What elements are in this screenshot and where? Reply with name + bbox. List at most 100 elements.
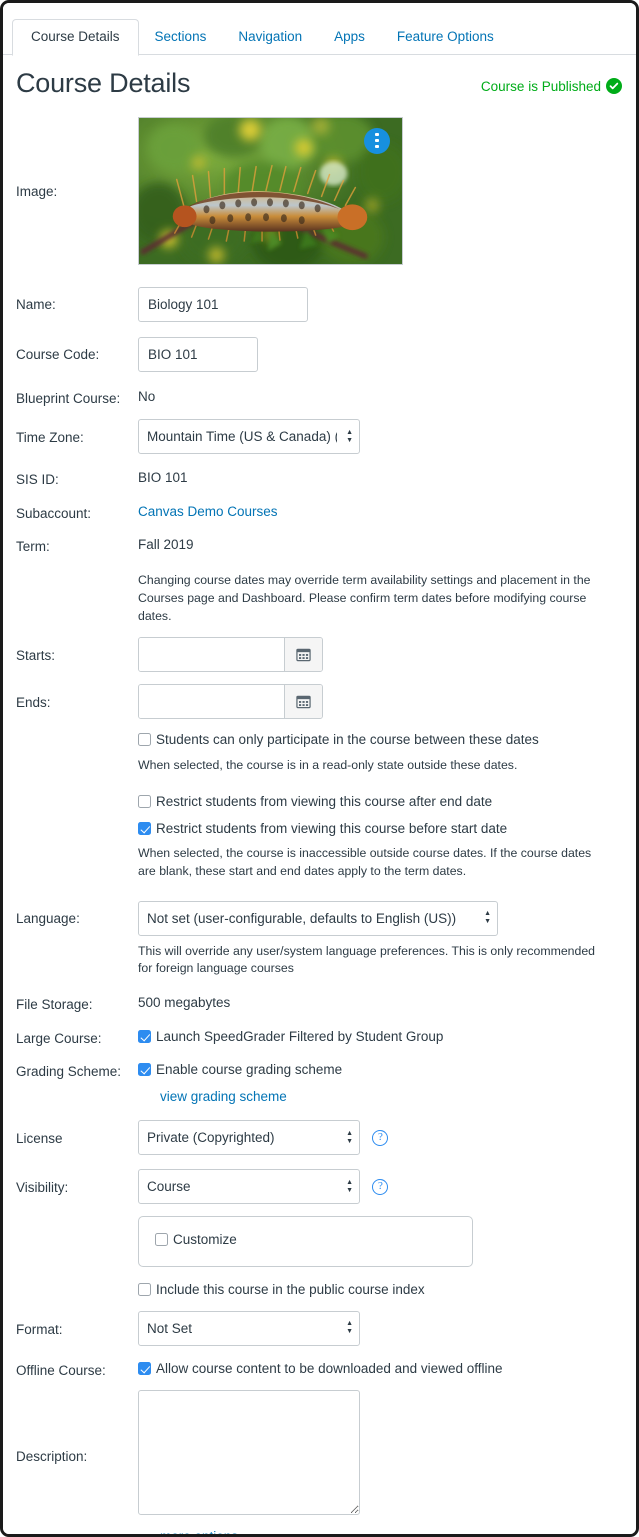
browser-page-frame: Course Details Sections Navigation Apps … bbox=[0, 0, 639, 1537]
term-dates-note: Changing course dates may override term … bbox=[138, 572, 591, 623]
format-select-wrap: Not Set ▲ ▼ bbox=[138, 1310, 360, 1346]
row-more-options: more options bbox=[16, 1528, 626, 1534]
status-badge: Course is Published bbox=[481, 78, 622, 94]
caterpillar-photo bbox=[139, 117, 402, 264]
label-ends: Ends: bbox=[16, 695, 51, 711]
customize-checkbox-line[interactable]: Customize bbox=[155, 1231, 472, 1249]
course-details-form: Image: Name: Biology 101 Course Code: BI… bbox=[3, 99, 636, 1534]
row-sis-id: SIS ID: BIO 101 bbox=[16, 469, 626, 489]
row-restrict-before-start: Restrict students from viewing this cour… bbox=[16, 820, 626, 881]
row-name: Name: bbox=[16, 286, 626, 322]
course-image bbox=[138, 116, 403, 265]
settings-tab-bar: Course Details Sections Navigation Apps … bbox=[3, 9, 636, 56]
more-options-link[interactable]: more options bbox=[160, 1529, 238, 1534]
restrict-after-end-checkbox-line[interactable]: Restrict students from viewing this cour… bbox=[138, 793, 626, 811]
label-course-code: Course Code: bbox=[16, 347, 100, 363]
tab-apps[interactable]: Apps bbox=[318, 19, 381, 56]
license-select[interactable]: Private (Copyrighted) bbox=[138, 1120, 360, 1156]
row-language: Language: Not set (user-configurable, de… bbox=[16, 900, 626, 936]
participate-between-dates-checkbox-line[interactable]: Students can only participate in the cou… bbox=[138, 731, 626, 749]
blueprint-value: No bbox=[138, 388, 156, 404]
language-help-text: This will override any user/system langu… bbox=[138, 943, 596, 976]
language-select[interactable]: Not set (user-configurable, defaults to … bbox=[138, 900, 498, 936]
label-offline-course: Offline Course: bbox=[16, 1362, 106, 1378]
row-format: Format: Not Set ▲ ▼ bbox=[16, 1310, 626, 1346]
row-time-zone: Time Zone: Mountain Time (US & Canada) (… bbox=[16, 419, 626, 455]
row-file-storage: File Storage: 500 megabytes bbox=[16, 994, 626, 1014]
label-blueprint: Blueprint Course: bbox=[16, 390, 121, 406]
label-subaccount: Subaccount: bbox=[16, 505, 92, 521]
participate-between-dates-label: Students can only participate in the cou… bbox=[156, 732, 539, 748]
row-image: Image: bbox=[16, 116, 626, 265]
large-course-checkbox-line[interactable]: Launch SpeedGrader Filtered by Student G… bbox=[138, 1028, 626, 1046]
label-language: Language: bbox=[16, 911, 80, 927]
row-customize: Customize bbox=[16, 1216, 626, 1267]
visibility-help-question-circle-icon[interactable]: ? bbox=[372, 1178, 389, 1195]
row-starts: Starts: bbox=[16, 637, 626, 673]
customize-panel: Customize bbox=[138, 1216, 473, 1267]
tab-sections[interactable]: Sections bbox=[139, 19, 223, 56]
row-ends: Ends: bbox=[16, 684, 626, 720]
ends-date-input[interactable] bbox=[139, 685, 284, 719]
time-zone-select[interactable]: Mountain Time (US & Canada) (- bbox=[138, 419, 360, 455]
visibility-select-wrap: Course ▲ ▼ bbox=[138, 1169, 360, 1205]
course-settings-page: Course Details Sections Navigation Apps … bbox=[3, 3, 636, 1534]
restrict-before-start-checkbox[interactable] bbox=[138, 821, 151, 835]
label-time-zone: Time Zone: bbox=[16, 429, 84, 445]
grading-scheme-label: Enable course grading scheme bbox=[156, 1062, 343, 1078]
three-dots-vertical-icon[interactable] bbox=[364, 127, 390, 154]
calendar-icon[interactable] bbox=[284, 638, 322, 672]
label-term: Term: bbox=[16, 539, 50, 555]
row-offline-course: Offline Course: Allow course content to … bbox=[16, 1360, 626, 1380]
row-language-note: This will override any user/system langu… bbox=[16, 943, 626, 979]
visibility-select[interactable]: Course bbox=[138, 1169, 360, 1205]
grading-scheme-checkbox-line[interactable]: Enable course grading scheme bbox=[138, 1061, 626, 1079]
label-image: Image: bbox=[16, 183, 58, 199]
public-index-checkbox[interactable] bbox=[138, 1282, 151, 1296]
course-code-input[interactable] bbox=[138, 336, 258, 372]
row-blueprint: Blueprint Course: No bbox=[16, 388, 626, 408]
tab-navigation[interactable]: Navigation bbox=[222, 19, 318, 56]
large-course-checkbox[interactable] bbox=[138, 1029, 151, 1043]
row-term: Term: Fall 2019 bbox=[16, 536, 626, 556]
label-large-course: Large Course: bbox=[16, 1030, 102, 1046]
page-title: Course Details bbox=[16, 68, 191, 98]
public-index-label: Include this course in the public course… bbox=[156, 1281, 425, 1297]
starts-date-input[interactable] bbox=[139, 638, 284, 672]
row-participate-between-dates: Students can only participate in the cou… bbox=[16, 731, 626, 774]
subaccount-link[interactable]: Canvas Demo Courses bbox=[138, 504, 278, 519]
ends-date-field bbox=[138, 684, 323, 720]
row-restrict-after-end: Restrict students from viewing this cour… bbox=[16, 793, 626, 811]
tab-course-details[interactable]: Course Details bbox=[12, 18, 139, 56]
description-textarea[interactable] bbox=[138, 1390, 360, 1516]
license-select-wrap: Private (Copyrighted) ▲ ▼ bbox=[138, 1120, 360, 1156]
row-visibility: Visibility: Course ▲ ▼ ? bbox=[16, 1169, 626, 1205]
tab-feature-options[interactable]: Feature Options bbox=[381, 19, 510, 56]
public-index-checkbox-line[interactable]: Include this course in the public course… bbox=[138, 1281, 626, 1299]
offline-course-label: Allow course content to be downloaded an… bbox=[156, 1360, 503, 1376]
offline-course-checkbox[interactable] bbox=[138, 1361, 151, 1375]
row-large-course: Large Course: Launch SpeedGrader Filtere… bbox=[16, 1028, 626, 1048]
starts-date-field bbox=[138, 637, 323, 673]
license-help-question-circle-icon[interactable]: ? bbox=[372, 1129, 389, 1146]
label-name: Name: bbox=[16, 297, 56, 313]
course-name-input[interactable] bbox=[138, 286, 308, 322]
offline-course-checkbox-line[interactable]: Allow course content to be downloaded an… bbox=[138, 1360, 626, 1378]
customize-label: Customize bbox=[173, 1232, 237, 1248]
customize-checkbox[interactable] bbox=[155, 1233, 168, 1247]
restrict-before-start-label: Restrict students from viewing this cour… bbox=[156, 820, 508, 836]
restrict-before-start-checkbox-line[interactable]: Restrict students from viewing this cour… bbox=[138, 820, 626, 838]
participate-between-dates-checkbox[interactable] bbox=[138, 733, 151, 747]
calendar-icon[interactable] bbox=[284, 685, 322, 719]
view-grading-scheme-link[interactable]: view grading scheme bbox=[160, 1089, 287, 1104]
label-file-storage: File Storage: bbox=[16, 997, 93, 1013]
grading-scheme-checkbox[interactable] bbox=[138, 1063, 151, 1077]
restrict-after-end-checkbox[interactable] bbox=[138, 795, 151, 809]
label-starts: Starts: bbox=[16, 648, 56, 664]
time-zone-select-wrap: Mountain Time (US & Canada) (- ▲ ▼ bbox=[138, 419, 360, 455]
file-storage-value: 500 megabytes bbox=[138, 995, 231, 1011]
row-term-note: Changing course dates may override term … bbox=[16, 572, 626, 625]
row-description: Description: bbox=[16, 1390, 626, 1520]
row-course-code: Course Code: bbox=[16, 336, 626, 372]
format-select[interactable]: Not Set bbox=[138, 1310, 360, 1346]
